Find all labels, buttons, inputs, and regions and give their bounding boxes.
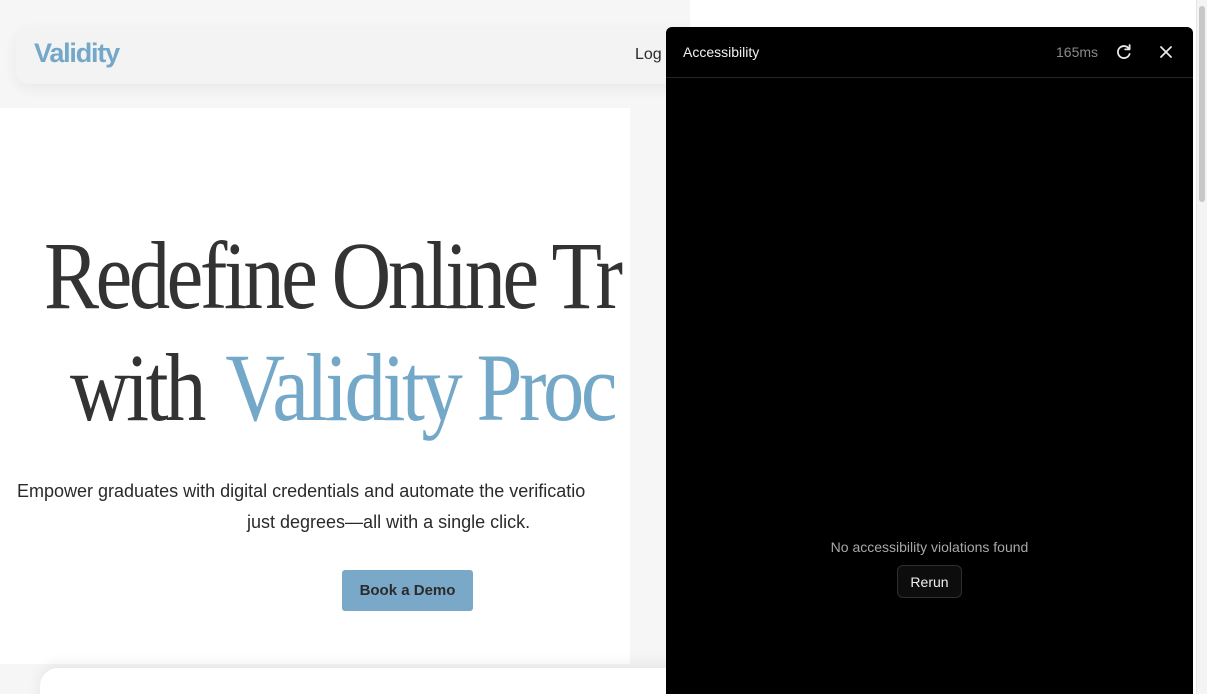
site-navbar: Validity Log: [16, 28, 736, 84]
hero-heading-accent: Validity Proc: [225, 334, 617, 441]
hero-subtitle-line-1: Empower graduates with digital credentia…: [17, 481, 586, 501]
hero-heading-line-1: Redefine Online Tr: [44, 222, 623, 329]
scrollbar-thumb[interactable]: [1199, 6, 1205, 202]
validity-logo[interactable]: Validity: [34, 38, 120, 69]
no-violations-message: No accessibility violations found: [830, 539, 1029, 555]
audit-duration: 165ms: [1056, 44, 1099, 60]
accessibility-panel: Accessibility 165ms No accessibility vio…: [666, 27, 1193, 694]
hero-heading-prefix: with: [70, 334, 206, 441]
rerun-button[interactable]: Rerun: [897, 565, 962, 598]
login-link[interactable]: Log: [635, 46, 662, 64]
book-demo-button[interactable]: Book a Demo: [342, 570, 473, 611]
hero-subtitle-line-2: just degrees—all with a single click.: [247, 512, 531, 532]
page-scrollbar[interactable]: [1196, 0, 1207, 694]
close-icon[interactable]: [1156, 42, 1176, 62]
panel-title: Accessibility: [683, 44, 760, 60]
next-section-card: [40, 668, 740, 694]
hero-heading-line-2: with Validity Proc: [70, 340, 617, 436]
accessibility-panel-header: Accessibility 165ms: [666, 27, 1193, 78]
refresh-icon[interactable]: [1114, 42, 1134, 62]
